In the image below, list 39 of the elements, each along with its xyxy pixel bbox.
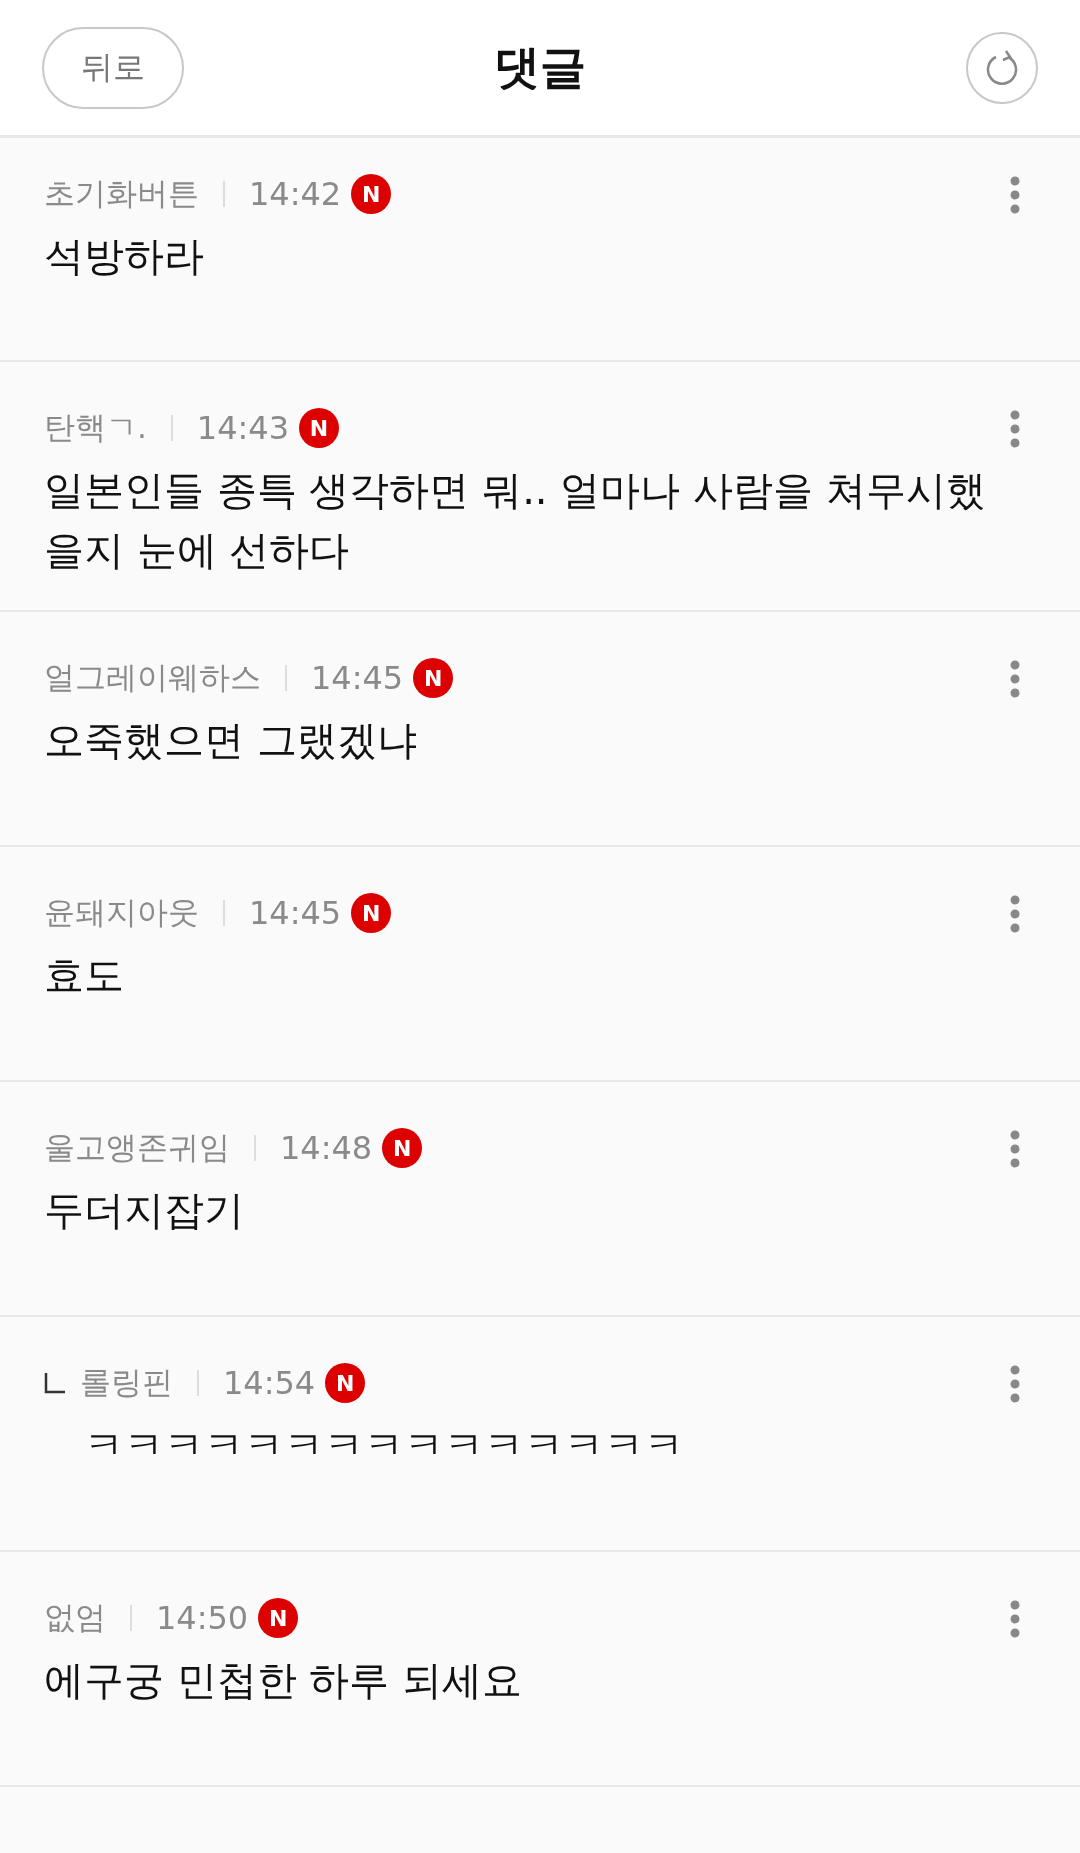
- new-badge: N: [299, 408, 340, 448]
- comment-text: 일본인들 종특 생각하면 뭐.. 얼마나 사람을 쳐무시했을지 눈에 선하다: [44, 466, 987, 575]
- author-name: 탄핵ㄱ.: [44, 408, 147, 447]
- more-icon[interactable]: [1010, 660, 1020, 698]
- new-badge: N: [413, 658, 454, 698]
- new-badge: N: [351, 893, 392, 933]
- refresh-icon: [984, 48, 1020, 87]
- comment-text: 두더지잡기: [44, 1186, 245, 1235]
- comment-time: 14:45: [311, 659, 404, 697]
- comment-time: 14:43: [196, 409, 290, 447]
- comment-text: 오죽했으면 그랬겠냐: [44, 716, 418, 765]
- author-name: 얼그레이웨하스: [44, 658, 261, 697]
- new-badge: N: [351, 174, 392, 214]
- author-name: 없엄: [44, 1598, 106, 1637]
- comment-text: 에구궁 민첩한 하루 되세요: [44, 1656, 524, 1705]
- comment-text: 석방하라: [44, 232, 205, 281]
- more-icon[interactable]: [1010, 1600, 1020, 1638]
- reply-icon: [44, 1372, 66, 1394]
- comment-time: 14:50: [156, 1599, 249, 1637]
- new-badge: N: [382, 1128, 423, 1168]
- new-badge: N: [258, 1598, 299, 1638]
- comment-text: ㅋㅋㅋㅋㅋㅋㅋㅋㅋㅋㅋㅋㅋㅋㅋ: [83, 1421, 685, 1470]
- author-name: 초기화버튼: [44, 174, 199, 213]
- author-name: 울고앵존귀임: [44, 1128, 230, 1167]
- comment-time: 14:45: [249, 894, 342, 932]
- new-badge: N: [325, 1363, 366, 1403]
- comment-time: 14:42: [249, 175, 342, 213]
- more-icon[interactable]: [1010, 176, 1020, 214]
- more-icon[interactable]: [1010, 410, 1020, 448]
- comment-time: 14:48: [280, 1129, 373, 1167]
- comment-time: 14:54: [223, 1364, 316, 1402]
- more-icon[interactable]: [1010, 895, 1020, 933]
- author-name: 롤링핀: [80, 1363, 173, 1402]
- page-title: 댓글: [494, 39, 586, 94]
- author-name: 윤돼지아웃: [44, 893, 199, 932]
- more-icon[interactable]: [1010, 1365, 1020, 1403]
- comment-text: 효도: [44, 951, 125, 1000]
- back-button[interactable]: 뒤로: [42, 26, 184, 109]
- more-icon[interactable]: [1010, 1130, 1020, 1168]
